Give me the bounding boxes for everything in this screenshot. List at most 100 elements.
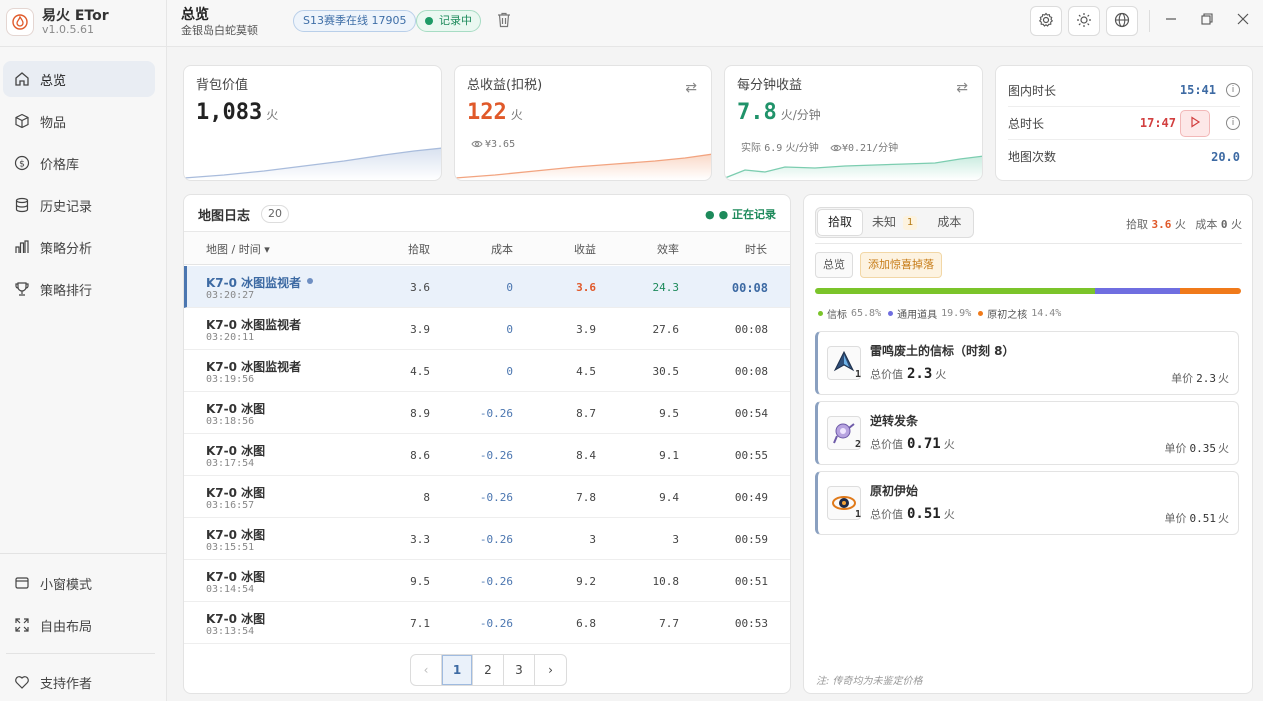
sidebar-item-items[interactable]: 物品 xyxy=(3,103,155,139)
tab-cost[interactable]: 成本 xyxy=(927,210,971,235)
page-button-1[interactable]: 1 xyxy=(442,655,473,685)
loot-pick-label: 拾取 xyxy=(1126,218,1148,231)
sidebar-item-strategy-analysis[interactable]: 策略分析 xyxy=(3,229,155,265)
item-name: 雷鸣废土的信标（时刻 8） xyxy=(870,344,1015,358)
maximize-button[interactable] xyxy=(1198,11,1216,29)
total-income-label: 总收益(扣税) xyxy=(467,78,543,93)
map-time: 03:18:56 xyxy=(206,416,255,427)
backpack-value-unit: 火 xyxy=(266,108,279,122)
sidebar-item-history[interactable]: 历史记录 xyxy=(3,187,155,223)
table-row[interactable]: K7-0 冰图 03:17:54 8.6 -0.26 8.4 9.1 00:55 xyxy=(184,434,790,476)
col-header-pick: 拾取 xyxy=(408,243,430,256)
duration-cell: 00:08 xyxy=(731,281,768,295)
sidebar-item-strategy-ranking[interactable]: 策略排行 xyxy=(3,271,155,307)
total-time-value: 17:47 xyxy=(1139,116,1176,130)
sidebar-item-price-db[interactable]: $ 价格库 xyxy=(3,145,155,181)
per-minute-unit: 火/分钟 xyxy=(780,108,821,122)
pagination: ‹ 1 2 3 › xyxy=(410,654,567,686)
page-button-3[interactable]: 3 xyxy=(504,655,535,685)
loot-item-card[interactable]: 1 雷鸣废土的信标（时刻 8） 总价值 2.3 火单价 2.3 火 xyxy=(815,331,1239,395)
map-time: 03:17:54 xyxy=(206,458,255,469)
backpack-sparkline xyxy=(184,147,441,180)
map-name: K7-0 冰图 xyxy=(206,444,266,458)
item-name: 原初伊始 xyxy=(870,484,919,498)
map-name: K7-0 冰图 xyxy=(206,612,266,626)
col-header-map-time[interactable]: 地图 / 时间 ▾ xyxy=(206,241,270,257)
item-unit-price: 单价 0.51 火 xyxy=(1165,510,1230,526)
language-button[interactable] xyxy=(1106,6,1138,36)
prev-page-button[interactable]: ‹ xyxy=(411,655,442,685)
close-button[interactable] xyxy=(1234,11,1252,29)
per-minute-sparkline xyxy=(725,155,982,180)
next-page-button[interactable]: › xyxy=(535,655,566,685)
table-row[interactable]: K7-0 冰图 03:18:56 8.9 -0.26 8.7 9.5 00:54 xyxy=(184,392,790,434)
tab-cost-label: 成本 xyxy=(937,215,962,229)
income-cell: 9.2 xyxy=(576,575,596,588)
play-button[interactable] xyxy=(1180,110,1210,137)
table-row[interactable]: K7-0 冰图监视者 03:20:27 3.6 0 3.6 24.3 00:08 xyxy=(184,266,790,308)
tab-unknown-label: 未知 xyxy=(872,215,897,229)
loot-cost-value: 0 xyxy=(1220,218,1228,231)
trash-icon[interactable] xyxy=(497,12,513,30)
loot-tabs: 拾取 未知 1 成本 xyxy=(815,207,975,238)
share-segment xyxy=(1095,288,1181,294)
tab-pick-label: 拾取 xyxy=(828,215,853,229)
tab-unknown[interactable]: 未知 1 xyxy=(862,210,927,235)
sidebar-item-label: 物品 xyxy=(40,115,67,131)
item-total-unit: 火 xyxy=(943,438,955,451)
map-name: K7-0 冰图 xyxy=(206,486,266,500)
loot-pick-unit: 火 xyxy=(1174,218,1186,231)
map-name: K7-0 冰图监视者 xyxy=(206,276,302,290)
loot-item-card[interactable]: 1 原初伊始 总价值 0.51 火单价 0.51 火 xyxy=(815,471,1239,535)
legend-dot-icon xyxy=(978,311,984,316)
sidebar-item-label: 自由布局 xyxy=(40,619,93,635)
sidebar-item-mini-mode[interactable]: 小窗模式 xyxy=(3,565,155,601)
table-row[interactable]: K7-0 冰图 03:16:57 8 -0.26 7.8 9.4 00:49 xyxy=(184,476,790,518)
add-surprise-drop-chip[interactable]: 添加惊喜掉落 xyxy=(860,252,942,278)
info-icon[interactable]: i xyxy=(1226,83,1240,97)
sidebar-item-overview[interactable]: 总览 xyxy=(3,61,155,97)
sidebar-item-label: 策略分析 xyxy=(40,241,93,257)
tab-pick[interactable]: 拾取 xyxy=(818,210,863,235)
table-row[interactable]: K7-0 冰图监视者 03:20:11 3.9 0 3.9 27.6 00:08 xyxy=(184,308,790,350)
support-author-button[interactable]: 支持作者 xyxy=(3,664,155,700)
loot-cost-unit: 火 xyxy=(1231,218,1242,231)
season-online-badge: S13赛季在线 17905 xyxy=(293,10,417,32)
table-row[interactable]: K7-0 冰图监视者 03:19:56 4.5 0 4.5 30.5 00:08 xyxy=(184,350,790,392)
minimize-icon xyxy=(1165,13,1177,28)
table-row[interactable]: K7-0 冰图 03:13:54 7.1 -0.26 6.8 7.7 00:53 xyxy=(184,602,790,644)
income-cell: 3 xyxy=(589,533,596,546)
item-total-number: 2.3 xyxy=(907,366,933,382)
efficiency-cell: 30.5 xyxy=(652,365,680,378)
settings-button[interactable] xyxy=(1030,6,1062,36)
item-total-unit: 火 xyxy=(935,368,947,381)
map-name: K7-0 冰图监视者 xyxy=(206,360,302,374)
income-cell: 4.5 xyxy=(576,365,596,378)
item-total-value: 总价值 2.3 火 xyxy=(870,366,946,382)
window-icon xyxy=(13,574,31,592)
swap-icon[interactable]: ⇄ xyxy=(956,80,968,96)
cost-cell: -0.26 xyxy=(479,449,513,462)
pick-cell: 8.9 xyxy=(410,407,430,420)
minimize-button[interactable] xyxy=(1162,11,1180,29)
home-icon xyxy=(13,70,31,88)
item-unit-price: 单价 2.3 火 xyxy=(1171,370,1229,386)
loot-item-card[interactable]: 2 逆转发条 总价值 0.71 火单价 0.35 火 xyxy=(815,401,1239,465)
pick-cell: 8.6 xyxy=(410,449,430,462)
gear-icon xyxy=(1038,12,1054,31)
table-row[interactable]: K7-0 冰图 03:15:51 3.3 -0.26 3 3 00:59 xyxy=(184,518,790,560)
table-row[interactable]: K7-0 冰图 03:14:54 9.5 -0.26 9.2 10.8 00:51 xyxy=(184,560,790,602)
swap-icon[interactable]: ⇄ xyxy=(685,80,697,96)
theme-toggle-button[interactable] xyxy=(1068,6,1100,36)
overview-chip[interactable]: 总览 xyxy=(815,252,853,278)
sidebar-item-free-layout[interactable]: 自由布局 xyxy=(3,607,155,643)
map-name: K7-0 冰图监视者 xyxy=(206,318,302,332)
info-icon[interactable]: i xyxy=(1226,116,1240,130)
cost-cell: -0.26 xyxy=(479,617,513,630)
legend-dot-icon xyxy=(818,311,823,316)
loot-summary: 拾取 3.6 火 成本 0 火 xyxy=(1126,216,1242,232)
support-label: 支持作者 xyxy=(40,676,93,692)
close-icon xyxy=(1237,13,1249,28)
cost-cell: -0.26 xyxy=(479,491,513,504)
page-button-2[interactable]: 2 xyxy=(473,655,504,685)
